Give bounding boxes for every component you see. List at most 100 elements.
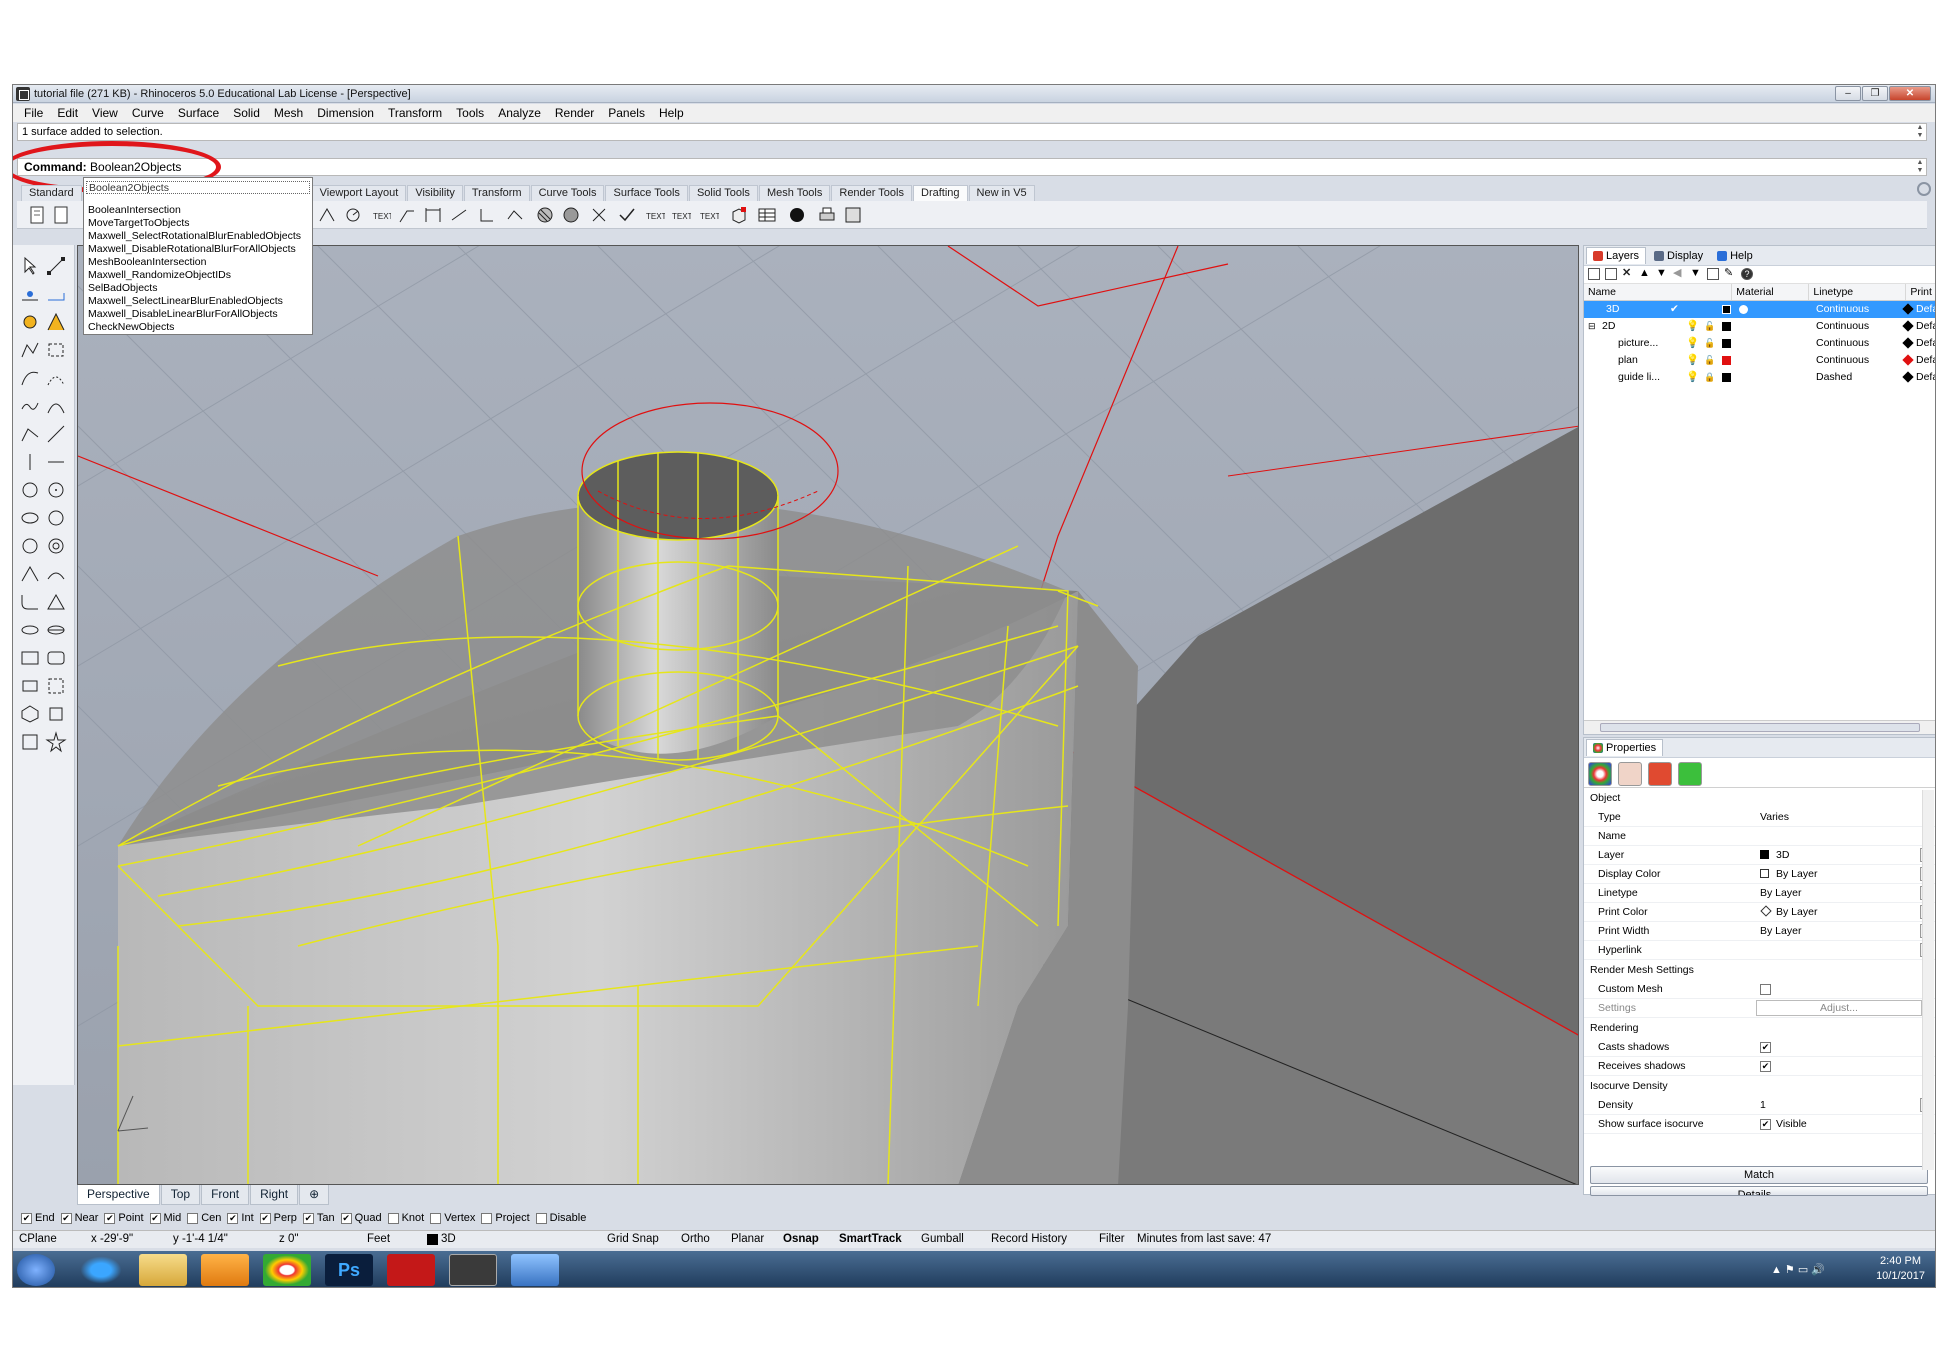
remote-desktop-icon[interactable] [511, 1254, 559, 1286]
tab-visibility[interactable]: Visibility [407, 185, 463, 201]
tab-help[interactable]: Help [1711, 248, 1759, 264]
collapse-icon[interactable]: ⊟ [1588, 318, 1596, 335]
sphere-icon[interactable] [787, 205, 807, 225]
header-name[interactable]: Name [1584, 284, 1733, 300]
osnap-checkbox[interactable]: ✔ [149, 1212, 161, 1224]
osnap-mid[interactable]: ✔ Mid [149, 1212, 181, 1224]
move-down-icon[interactable]: ▼ [1656, 268, 1668, 280]
layer-color-swatch[interactable] [1722, 356, 1731, 365]
menu-curve[interactable]: Curve [125, 106, 171, 120]
star-icon[interactable] [45, 703, 67, 725]
rhino-taskbar-icon[interactable] [449, 1254, 497, 1286]
bulb-on-icon[interactable]: 💡 [1686, 318, 1699, 335]
ellipse-diameter-icon[interactable] [45, 619, 67, 641]
layer-color-swatch[interactable] [1722, 305, 1731, 314]
print-color-swatch[interactable] [1902, 371, 1914, 383]
osnap-near[interactable]: ✔ Near [60, 1212, 98, 1224]
osnap-checkbox[interactable] [387, 1212, 399, 1224]
tab-transform[interactable]: Transform [463, 185, 530, 201]
autocomplete-item[interactable]: SelBadObjects [86, 282, 310, 295]
tab-new-in-v5[interactable]: New in V5 [968, 185, 1035, 201]
tab-surface-tools[interactable]: Surface Tools [605, 185, 688, 201]
osnap-checkbox[interactable]: ✔ [60, 1212, 72, 1224]
osnap-project[interactable]: Project [481, 1212, 530, 1224]
new-document-icon[interactable] [27, 205, 47, 225]
toolbar-gear-icon[interactable] [1917, 182, 1931, 196]
layer-print-width[interactable]: Default [1916, 352, 1935, 369]
layer-color-swatch[interactable] [1722, 373, 1731, 382]
polygon-center-icon[interactable] [19, 703, 41, 725]
history-scroll-arrows[interactable]: ▲ ▼ [1914, 124, 1926, 140]
texture-mapping-icon[interactable] [1648, 762, 1672, 786]
text-edit-icon[interactable]: TEXT [699, 205, 721, 225]
chrome-icon[interactable] [263, 1254, 311, 1286]
dimension-linear-icon[interactable] [423, 205, 443, 225]
planar-toggle[interactable]: Planar [731, 1231, 764, 1248]
osnap-checkbox[interactable]: ✔ [21, 1212, 32, 1224]
autocomplete-current[interactable]: Boolean2Objects [86, 181, 310, 194]
layout-icon[interactable] [843, 205, 863, 225]
osnap-checkbox[interactable]: ✔ [104, 1212, 116, 1224]
arc-3pt-icon[interactable] [19, 563, 41, 585]
dimension-ordinate-icon[interactable] [477, 205, 497, 225]
prop-density[interactable]: Density1▲▼ [1584, 1096, 1935, 1115]
tab-properties[interactable]: Properties [1586, 739, 1664, 756]
rectangle-icon[interactable] [19, 647, 41, 669]
layer-linetype[interactable]: Continuous [1816, 335, 1869, 352]
menu-transform[interactable]: Transform [381, 106, 449, 120]
prop-custom-mesh[interactable]: Custom Mesh [1584, 980, 1935, 999]
menu-solid[interactable]: Solid [226, 106, 267, 120]
open-icon[interactable] [51, 205, 71, 225]
osnap-checkbox[interactable]: ✔ [340, 1212, 352, 1224]
status-layer[interactable]: 3D [441, 1231, 456, 1248]
leader-icon[interactable] [397, 205, 417, 225]
section-icon[interactable] [589, 205, 609, 225]
menu-mesh[interactable]: Mesh [267, 106, 310, 120]
fillet-icon[interactable] [19, 591, 41, 613]
vertical-line-icon[interactable] [19, 451, 41, 473]
layer-help-icon[interactable]: ? [1741, 268, 1753, 280]
star-polygon-icon[interactable] [45, 731, 67, 753]
tab-viewport-layout[interactable]: Viewport Layout [311, 185, 407, 201]
tab-front[interactable]: Front [201, 1185, 250, 1205]
autocomplete-item[interactable]: Maxwell_DisableLinearBlurForAllObjects [86, 308, 310, 321]
ellipse-icon[interactable] [19, 507, 41, 529]
autocomplete-item[interactable]: MeshBooleanIntersection [86, 256, 310, 269]
prop-layer[interactable]: Layer3D▼ [1584, 846, 1935, 865]
prop-linetype[interactable]: LinetypeBy Layer▼ [1584, 884, 1935, 903]
line-icon[interactable] [19, 423, 41, 445]
header-linetype[interactable]: Linetype [1809, 284, 1907, 300]
osnap-cen[interactable]: Cen [187, 1212, 221, 1224]
match-button[interactable]: Match [1590, 1166, 1928, 1184]
smarttrack-toggle[interactable]: SmartTrack [839, 1231, 902, 1248]
rectangle-corner-icon[interactable] [45, 339, 67, 361]
command-autocomplete-list[interactable]: Boolean2Objects BooleanIntersection Move… [83, 177, 313, 335]
circle-center-icon[interactable] [19, 479, 41, 501]
layer-row-2d[interactable]: ⊟ 2D 💡 🔓 Continuous Default [1584, 318, 1935, 335]
select-arrow-icon[interactable] [19, 255, 41, 277]
polyline-icon[interactable] [19, 339, 41, 361]
photoshop-icon[interactable]: Ps [325, 1254, 373, 1286]
tab-standard[interactable]: Standard [21, 185, 82, 201]
ortho-toggle[interactable]: Ortho [681, 1231, 710, 1248]
autocomplete-item[interactable]: BooleanIntersection [86, 204, 310, 217]
scroll-thumb[interactable] [1600, 723, 1920, 732]
start-button-icon[interactable] [17, 1254, 55, 1286]
osnap-toggle[interactable]: Osnap [783, 1231, 819, 1248]
tab-layers[interactable]: Layers [1586, 247, 1647, 264]
tab-right[interactable]: Right [250, 1185, 299, 1205]
osnap-tan[interactable]: ✔ Tan [302, 1212, 335, 1224]
details-button[interactable]: Details... [1590, 1186, 1928, 1196]
circle-tangent-icon[interactable] [19, 535, 41, 557]
spline-points-icon[interactable] [45, 367, 67, 389]
prop-name[interactable]: Name [1584, 827, 1935, 846]
dimension-radius-icon[interactable] [343, 205, 363, 225]
point-icon[interactable] [19, 283, 41, 305]
table-icon[interactable] [757, 205, 777, 225]
acrobat-icon[interactable] [387, 1254, 435, 1286]
visible-checkbox[interactable]: ✔ [1760, 1119, 1771, 1130]
layer-linetype[interactable]: Continuous [1816, 301, 1869, 318]
layer-row-guide[interactable]: guide li... 💡 🔒 Dashed Default [1584, 369, 1935, 386]
prop-casts-shadows[interactable]: Casts shadows ✔ [1584, 1038, 1935, 1057]
osnap-checkbox[interactable] [535, 1212, 547, 1224]
